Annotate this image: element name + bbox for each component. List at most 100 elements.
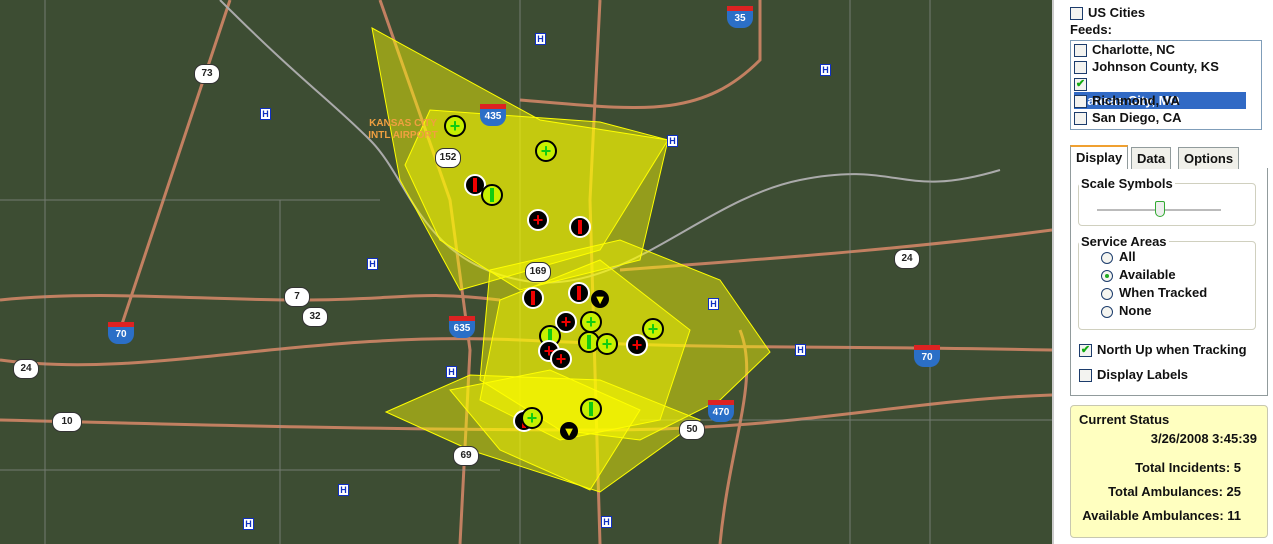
north-up-checkbox[interactable]: ✔ North Up when Tracking — [1079, 342, 1247, 358]
radio-all[interactable]: All — [1079, 249, 1255, 267]
hospital-icon[interactable]: H — [260, 108, 271, 120]
radio-icon[interactable] — [1101, 251, 1113, 264]
ambulance-available-icon[interactable]: + — [521, 407, 543, 429]
road-west — [0, 294, 501, 302]
checkbox-icon[interactable] — [1074, 61, 1087, 75]
us-route-shield: 152 — [435, 148, 461, 168]
scale-symbols-label: Scale Symbols — [1081, 176, 1173, 191]
radio-available[interactable]: Available — [1079, 267, 1255, 285]
ambulance-available-icon[interactable] — [481, 184, 503, 206]
hospital-icon[interactable]: H — [667, 135, 678, 147]
hospital-icon[interactable]: H — [367, 258, 378, 270]
feeds-list[interactable]: Charlotte, NC Johnson County, KS ✔Kansas… — [1070, 40, 1262, 130]
hospital-icon[interactable]: H — [243, 518, 254, 530]
interstate-shield: 635 — [449, 316, 475, 338]
interstate-shield: 70 — [108, 322, 134, 344]
feed-item-san-diego[interactable]: San Diego, CA — [1071, 109, 1261, 126]
us-cities-label: US Cities — [1088, 5, 1146, 20]
interstate-shield: 435 — [480, 104, 506, 126]
ambulance-available-icon[interactable]: + — [444, 115, 466, 137]
us-route-shield: 69 — [453, 446, 479, 466]
service-areas-group: Service Areas All Available When Tracked… — [1078, 234, 1256, 330]
radio-icon[interactable] — [1101, 287, 1113, 300]
total-incidents: Total Incidents: 5 — [1135, 460, 1241, 475]
incident-icon[interactable]: + — [550, 348, 572, 370]
radio-none[interactable]: None — [1079, 303, 1255, 321]
feed-label: Richmond, VA — [1092, 93, 1180, 108]
scale-slider-thumb[interactable] — [1155, 201, 1165, 217]
radio-label: When Tracked — [1119, 285, 1208, 300]
ambulance-available-icon[interactable]: + — [580, 311, 602, 333]
north-up-label: North Up when Tracking — [1097, 342, 1247, 357]
tab-options[interactable]: Options — [1178, 147, 1240, 169]
available-ambulances: Available Ambulances: 11 — [1082, 508, 1241, 523]
interstate-shield: 470 — [708, 400, 734, 422]
checkbox-checked-icon[interactable]: ✔ — [1079, 344, 1092, 358]
radio-label: Available — [1119, 267, 1176, 282]
checkbox-icon[interactable] — [1070, 7, 1083, 21]
ambulance-available-icon[interactable] — [580, 398, 602, 420]
display-labels-label: Display Labels — [1097, 367, 1189, 382]
tab-display[interactable]: Display — [1070, 145, 1129, 169]
radio-label: All — [1119, 249, 1136, 264]
radio-when-tracked[interactable]: When Tracked — [1079, 285, 1255, 303]
radio-icon[interactable] — [1101, 305, 1113, 318]
interstate-shield: 35 — [727, 6, 753, 28]
hospital-icon[interactable]: H — [535, 33, 546, 45]
road-east — [619, 228, 1052, 272]
checkbox-icon[interactable] — [1079, 369, 1092, 383]
incident-icon[interactable]: + — [626, 334, 648, 356]
checkbox-icon[interactable] — [1074, 112, 1087, 126]
status-title: Current Status — [1079, 412, 1170, 427]
us-cities-checkbox[interactable]: US Cities — [1070, 5, 1146, 21]
control-panel: US Cities Feeds: Charlotte, NC Johnson C… — [1052, 0, 1273, 544]
feed-label: Johnson County, KS — [1092, 59, 1219, 74]
hospital-icon[interactable]: H — [708, 298, 719, 310]
ambulance-busy-icon[interactable] — [568, 282, 590, 304]
ambulance-available-icon[interactable]: + — [596, 333, 618, 355]
ambulance-available-icon[interactable]: + — [642, 318, 664, 340]
road-us73 — [118, 0, 232, 331]
ambulance-busy-icon[interactable] — [522, 287, 544, 309]
feed-item-kansas-city[interactable]: ✔Kansas City, MO — [1071, 75, 1261, 109]
total-ambulances: Total Ambulances: 25 — [1108, 484, 1241, 499]
interstate-shield: 70 — [914, 345, 940, 367]
airport-label: KANSAS CITY INTL AIRPORT — [368, 118, 438, 141]
current-status-box: Current Status 3/26/2008 3:45:39 Total I… — [1070, 405, 1268, 538]
feed-label: San Diego, CA — [1092, 110, 1182, 125]
us-route-shield: 169 — [525, 262, 551, 282]
us-route-shield: 50 — [679, 420, 705, 440]
radio-label: None — [1119, 303, 1152, 318]
feeds-label: Feeds: — [1070, 22, 1112, 37]
checkbox-icon[interactable] — [1074, 44, 1087, 58]
checkbox-checked-icon[interactable]: ✔ — [1074, 78, 1087, 92]
hospital-icon[interactable]: H — [601, 516, 612, 528]
us-route-shield: 10 — [52, 412, 82, 432]
display-tab-panel: Scale Symbols Service Areas All Availabl… — [1070, 168, 1268, 396]
ambulance-busy-icon[interactable] — [569, 216, 591, 238]
ambulance-available-icon[interactable]: + — [535, 140, 557, 162]
tab-data[interactable]: Data — [1131, 147, 1172, 169]
service-areas-label: Service Areas — [1081, 234, 1167, 249]
display-labels-checkbox[interactable]: Display Labels — [1079, 367, 1189, 383]
incident-icon[interactable]: + — [527, 209, 549, 231]
radio-selected-icon[interactable] — [1101, 269, 1113, 282]
status-timestamp: 3/26/2008 3:45:39 — [1150, 431, 1257, 446]
feed-item-charlotte[interactable]: Charlotte, NC — [1071, 41, 1261, 58]
us-route-shield: 73 — [194, 64, 220, 84]
feed-item-johnson-county[interactable]: Johnson County, KS — [1071, 58, 1261, 75]
us-route-shield: 32 — [302, 307, 328, 327]
map-view[interactable]: KANSAS CITY INTL AIRPORT 35 435 635 70 7… — [0, 0, 1052, 544]
scale-symbols-group: Scale Symbols — [1078, 176, 1256, 226]
pushpin-icon[interactable]: ▼ — [591, 290, 609, 308]
hospital-icon[interactable]: H — [446, 366, 457, 378]
us-route-shield: 24 — [13, 359, 39, 379]
feed-label: Charlotte, NC — [1092, 42, 1176, 57]
checkbox-icon[interactable] — [1074, 95, 1087, 109]
us-route-shield: 7 — [284, 287, 310, 307]
pushpin-icon[interactable]: ▼ — [560, 422, 578, 440]
hospital-icon[interactable]: H — [338, 484, 349, 496]
hospital-icon[interactable]: H — [795, 344, 806, 356]
hospital-icon[interactable]: H — [820, 64, 831, 76]
us-route-shield: 24 — [894, 249, 920, 269]
